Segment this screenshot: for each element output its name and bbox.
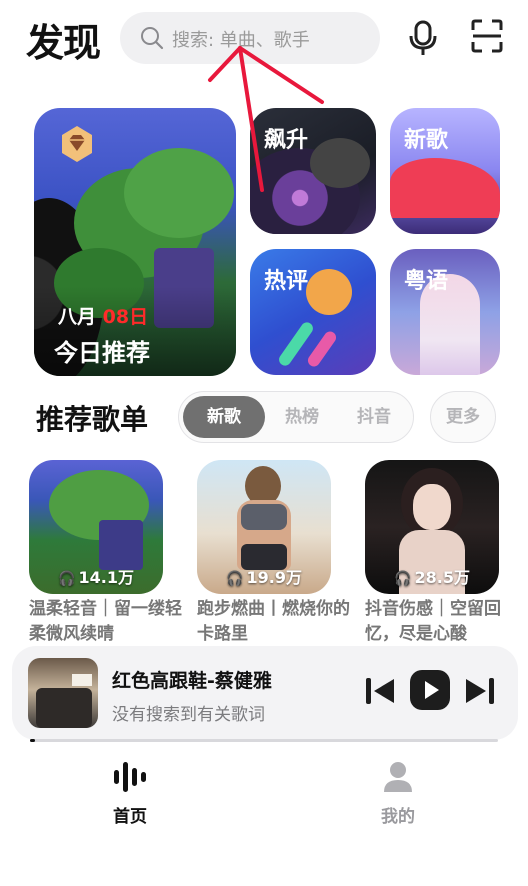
tab-douyin[interactable]: 抖音 — [339, 396, 409, 438]
waveform-icon — [114, 762, 146, 792]
playlist-tabs: 新歌 热榜 抖音 — [178, 391, 414, 443]
tile-label: 飙升 — [264, 128, 309, 153]
tile-new-songs[interactable]: 新歌 — [390, 108, 500, 234]
tab-new-songs[interactable]: 新歌 — [183, 396, 265, 438]
playlist-item[interactable]: 🎧 19.9万 跑步燃曲丨燃烧你的卡路里 — [197, 460, 350, 644]
album-art — [28, 658, 98, 728]
search-icon — [141, 27, 164, 50]
song-title: 红色高跟鞋-蔡健雅 — [112, 670, 272, 692]
nav-label: 我的 — [381, 807, 415, 827]
playback-progress[interactable] — [30, 739, 498, 742]
progress-fill — [30, 739, 35, 742]
headphones-icon: 🎧 — [226, 571, 244, 587]
play-button[interactable] — [410, 670, 450, 710]
playlist-cover: 🎧 19.9万 — [197, 460, 331, 594]
playlist-item[interactable]: 🎧 14.1万 温柔轻音｜留一缕轻柔微风续晴 — [29, 460, 182, 644]
playlist-title: 跑步燃曲丨燃烧你的卡路里 — [197, 599, 350, 644]
scan-icon[interactable] — [470, 18, 504, 54]
play-count: 🎧 28.5万 — [394, 568, 470, 587]
header: 发现 搜索: 单曲、歌手 — [0, 0, 528, 80]
playlist-title: 抖音伤感｜空留回忆，尽是心酸 — [365, 599, 501, 644]
play-count: 🎧 14.1万 — [58, 568, 134, 587]
tile-rising-chart[interactable]: 飙升 — [250, 108, 376, 234]
daily-title: 今日推荐 — [54, 339, 150, 367]
daily-date: 八月 08日 — [58, 302, 148, 329]
play-icon — [425, 681, 439, 699]
tile-label: 新歌 — [404, 128, 449, 153]
tile-cantonese[interactable]: 粤语 — [390, 249, 500, 375]
nav-mine[interactable]: 我的 — [358, 760, 438, 827]
tile-label: 热评 — [264, 269, 309, 294]
headphones-icon: 🎧 — [58, 571, 76, 587]
more-button[interactable]: 更多 — [430, 391, 496, 443]
now-playing-bar[interactable]: 红色高跟鞋-蔡健雅 没有搜索到有关歌词 — [12, 646, 518, 740]
previous-icon[interactable] — [364, 676, 396, 706]
playlist-title: 温柔轻音｜留一缕轻柔微风续晴 — [29, 599, 182, 644]
search-bar[interactable]: 搜索: 单曲、歌手 — [120, 12, 380, 64]
tile-label: 粤语 — [404, 269, 449, 294]
page-title: 发现 — [26, 21, 101, 65]
playlist-item[interactable]: 🎧 28.5万 抖音伤感｜空留回忆，尽是心酸 — [365, 460, 501, 644]
daily-day: 08日 — [102, 306, 149, 328]
nav-home[interactable]: 首页 — [90, 760, 170, 827]
playlist-cover: 🎧 14.1万 — [29, 460, 163, 594]
tile-hot-comments[interactable]: 热评 — [250, 249, 376, 375]
person-icon — [384, 762, 412, 792]
playlist-cover: 🎧 28.5万 — [365, 460, 499, 594]
microphone-icon[interactable] — [405, 18, 441, 58]
lyric-status: 没有搜索到有关歌词 — [112, 705, 265, 725]
nav-label: 首页 — [113, 807, 147, 827]
headphones-icon: 🎧 — [394, 571, 412, 587]
play-count: 🎧 19.9万 — [226, 568, 302, 587]
diamond-icon — [62, 126, 92, 162]
daily-month: 八月 — [58, 306, 97, 328]
section-title: 推荐歌单 — [36, 403, 149, 436]
tab-hot-list[interactable]: 热榜 — [267, 396, 337, 438]
search-placeholder: 搜索: 单曲、歌手 — [172, 30, 310, 51]
next-icon[interactable] — [464, 676, 496, 706]
